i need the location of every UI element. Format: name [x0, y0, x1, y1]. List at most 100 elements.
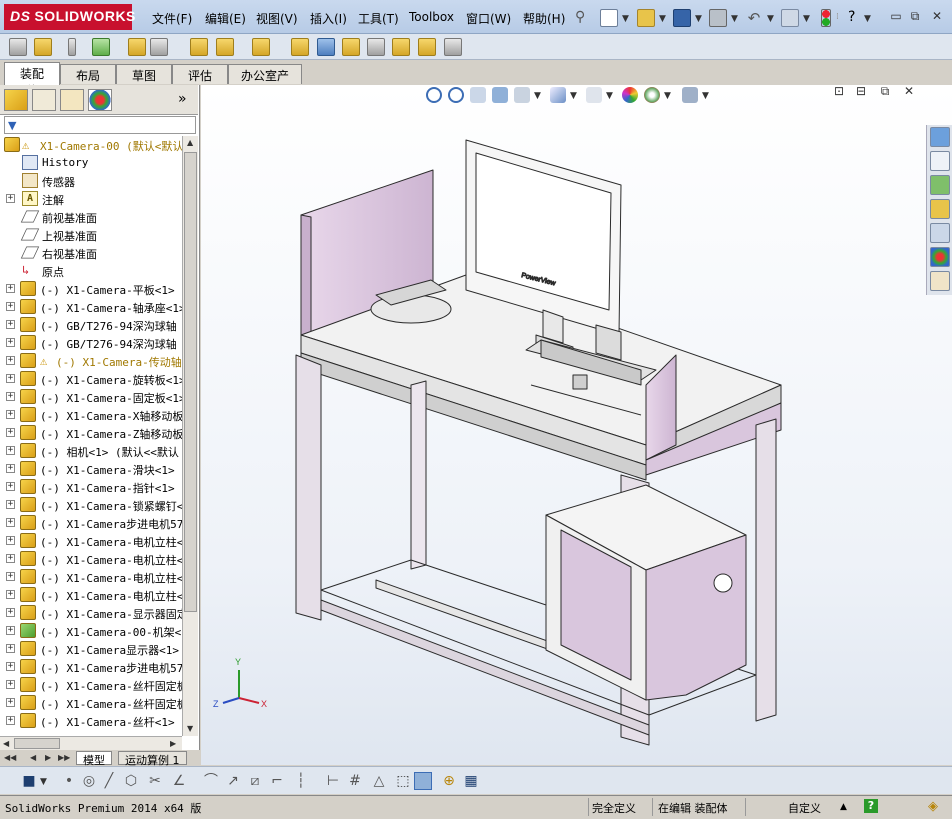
- assembly-features-icon[interactable]: [252, 38, 270, 56]
- vertical-scroll-thumb[interactable]: [184, 152, 197, 612]
- help-button[interactable]: ?: [848, 9, 855, 25]
- rebuild-tag-icon[interactable]: ◈: [928, 799, 938, 814]
- expand-toggle-icon[interactable]: +: [6, 428, 15, 437]
- menu-toolbox[interactable]: Toolbox: [409, 10, 454, 26]
- move-component-icon[interactable]: [190, 38, 208, 56]
- select-dropdown-icon[interactable]: ▼: [803, 14, 810, 24]
- save-small-dropdown-icon[interactable]: ▼: [40, 777, 47, 787]
- help-dropdown-icon[interactable]: ▼: [864, 14, 871, 24]
- scroll-down-icon[interactable]: ▼: [187, 724, 193, 733]
- expand-toggle-icon[interactable]: +: [6, 716, 15, 725]
- menu-insert[interactable]: 插入(I): [310, 10, 347, 26]
- circle-icon[interactable]: ◎: [80, 772, 98, 790]
- undo-icon[interactable]: ↶: [745, 9, 763, 27]
- expand-toggle-icon[interactable]: +: [6, 482, 15, 491]
- tab-motion-study[interactable]: 运动算例 1: [118, 751, 187, 767]
- paperclip-icon[interactable]: [68, 38, 76, 56]
- expand-toggle-icon[interactable]: +: [6, 680, 15, 689]
- expand-toggle-icon[interactable]: +: [6, 446, 15, 455]
- tree-filter-input[interactable]: ▼: [4, 116, 196, 134]
- tangent-arc-icon[interactable]: ↗: [224, 772, 242, 790]
- smart-fasteners-icon[interactable]: [150, 38, 168, 56]
- expand-toggle-icon[interactable]: +: [6, 698, 15, 707]
- tab-evaluate[interactable]: 评估: [172, 64, 228, 84]
- open-dropdown-icon[interactable]: ▼: [659, 14, 666, 24]
- tab-prev-icon[interactable]: ◀: [30, 753, 36, 762]
- keyframe-icon[interactable]: ⊕: [440, 772, 458, 790]
- tree-item[interactable]: + (-) X1-Camera显示器<1>: [0, 640, 182, 658]
- expand-toggle-icon[interactable]: +: [6, 320, 15, 329]
- tree-item[interactable]: + (-) X1-Camera-电机立柱<: [0, 550, 182, 568]
- expand-toggle-icon[interactable]: +: [6, 284, 15, 293]
- menu-window[interactable]: 窗口(W): [466, 10, 511, 26]
- tree-item[interactable]: 右视基准面: [0, 244, 182, 262]
- save-dropdown-icon[interactable]: ▼: [695, 14, 702, 24]
- tree-item[interactable]: + (-) X1-Camera-电机立柱<: [0, 568, 182, 586]
- tree-item[interactable]: + (-) X1-Camera-锁紧螺钉<: [0, 496, 182, 514]
- trim-icon[interactable]: ✂: [146, 772, 164, 790]
- print-icon[interactable]: [709, 9, 727, 27]
- update-speedpak-icon[interactable]: [418, 38, 436, 56]
- tree-item[interactable]: 传感器: [0, 172, 182, 190]
- new-dropdown-icon[interactable]: ▼: [622, 14, 629, 24]
- expand-toggle-icon[interactable]: +: [6, 662, 15, 671]
- tab-last-icon[interactable]: ▶▶: [58, 753, 70, 762]
- tab-next-icon[interactable]: ▶: [45, 753, 51, 762]
- menu-view[interactable]: 视图(V): [256, 10, 298, 26]
- scroll-left-icon[interactable]: ◀: [3, 739, 9, 748]
- scroll-right-icon[interactable]: ▶: [170, 739, 176, 748]
- open-folder-icon[interactable]: [637, 9, 655, 27]
- scroll-up-icon[interactable]: ▲: [187, 138, 193, 147]
- tree-item[interactable]: + (-) 相机<1> (默认<<默认: [0, 442, 182, 460]
- tree-item[interactable]: + (-) X1-Camera-滑块<1> (: [0, 460, 182, 478]
- tree-item[interactable]: + (-) GB/T276-94深沟球轴: [0, 316, 182, 334]
- show-hidden-icon[interactable]: [216, 38, 234, 56]
- menu-tools[interactable]: 工具(T): [358, 10, 399, 26]
- menu-help[interactable]: 帮助(H): [523, 10, 565, 26]
- tree-item[interactable]: ↳ 原点: [0, 262, 182, 280]
- horizontal-scroll-thumb[interactable]: [14, 738, 60, 749]
- expand-toggle-icon[interactable]: +: [6, 464, 15, 473]
- line-icon[interactable]: ╱: [100, 772, 118, 790]
- polygon-icon[interactable]: ⬡: [122, 772, 140, 790]
- tree-item[interactable]: + (-) X1-Camera-旋转板<1>: [0, 370, 182, 388]
- expand-toggle-icon[interactable]: +: [6, 302, 15, 311]
- tree-item[interactable]: + A 注解: [0, 190, 182, 208]
- save-small-icon[interactable]: ■: [20, 772, 38, 790]
- help-status-icon[interactable]: ?: [864, 799, 878, 813]
- menu-edit[interactable]: 编辑(E): [205, 10, 246, 26]
- tree-item[interactable]: + (-) X1-Camera-轴承座<1>: [0, 298, 182, 316]
- dimension-icon[interactable]: ⊢: [324, 772, 342, 790]
- expand-toggle-icon[interactable]: +: [6, 392, 15, 401]
- point-icon[interactable]: •: [60, 772, 78, 790]
- new-part-icon[interactable]: [34, 38, 52, 56]
- expand-toggle-icon[interactable]: +: [6, 374, 15, 383]
- expand-toggle-icon[interactable]: +: [6, 500, 15, 509]
- rebuild-traffic-light-icon[interactable]: [821, 9, 831, 27]
- tab-first-icon[interactable]: ◀◀: [4, 753, 16, 762]
- arc-icon[interactable]: ⌒: [202, 772, 220, 790]
- tab-sketch[interactable]: 草图: [116, 64, 172, 84]
- expand-toggle-icon[interactable]: +: [6, 608, 15, 617]
- expand-toggle-icon[interactable]: +: [6, 572, 15, 581]
- tree-item[interactable]: + ⚠ (-) X1-Camera-传动轴: [0, 352, 182, 370]
- tree-root-assembly[interactable]: ⚠ X1-Camera-00 (默认<默认: [0, 136, 182, 154]
- tree-item[interactable]: + (-) X1-Camera-00-机架<1: [0, 622, 182, 640]
- expand-toggle-icon[interactable]: +: [6, 518, 15, 527]
- tree-item[interactable]: + (-) X1-Camera步进电机57: [0, 514, 182, 532]
- new-document-icon[interactable]: [600, 9, 618, 27]
- graphics-viewport[interactable]: ▼ ▼ ▼ ▼ ▼ ⊡ ⊟ ⧉ ✕ PowerView Y X Z: [201, 85, 952, 765]
- tree-item[interactable]: + (-) X1-Camera-固定板<1>: [0, 388, 182, 406]
- tree-item[interactable]: + (-) X1-Camera-X轴移动板: [0, 406, 182, 424]
- expand-toggle-icon[interactable]: +: [6, 410, 15, 419]
- units-selector[interactable]: 自定义: [788, 800, 821, 816]
- slot-icon[interactable]: ⧄: [246, 772, 264, 790]
- select-cursor-icon[interactable]: [781, 9, 799, 27]
- tree-item[interactable]: + (-) X1-Camera-平板<1> (: [0, 280, 182, 298]
- angle-icon[interactable]: ∠: [170, 772, 188, 790]
- solidworks-logo[interactable]: DS SOLIDWORKS: [4, 4, 135, 30]
- tree-item[interactable]: + (-) X1-Camera-指针<1> (: [0, 478, 182, 496]
- tree-item[interactable]: + (-) X1-Camera-显示器固定: [0, 604, 182, 622]
- expand-toggle-icon[interactable]: +: [6, 644, 15, 653]
- take-snapshot-icon[interactable]: [444, 38, 462, 56]
